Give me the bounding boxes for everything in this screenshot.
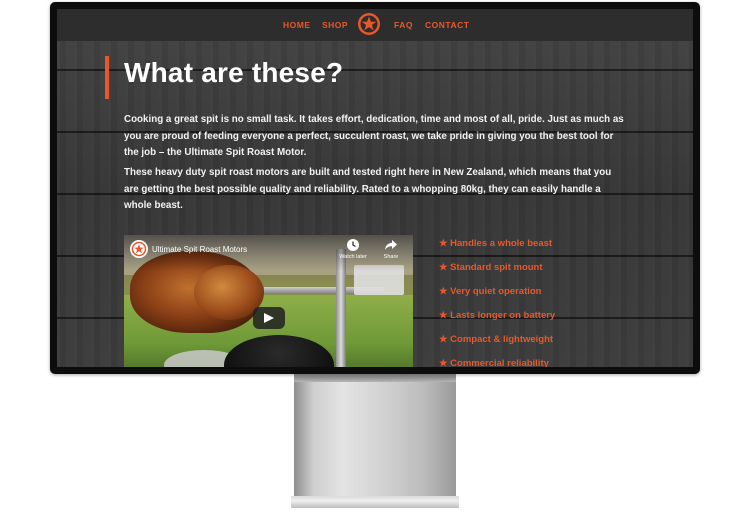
monitor-stand-joint <box>294 374 456 382</box>
feature-item: ★ Commercial reliability <box>439 358 549 367</box>
monitor-stand <box>294 374 456 502</box>
feature-item: ★ Very quiet operation <box>439 286 542 297</box>
feature-item: ★ Lasts longer on battery <box>439 310 556 321</box>
play-icon <box>264 313 274 323</box>
channel-avatar[interactable] <box>130 240 148 258</box>
watch-later-button[interactable]: Watch later <box>336 238 370 260</box>
monitor-stand-foot <box>291 496 459 508</box>
play-button[interactable] <box>253 307 285 329</box>
details-paragraph: These heavy duty spit roast motors are b… <box>124 167 612 211</box>
intro-paragraph: Cooking a great spit is no small task. I… <box>124 114 624 158</box>
nav-contact-link[interactable]: CONTACT <box>425 20 469 30</box>
page-heading: What are these? <box>124 57 344 88</box>
share-button[interactable]: Share <box>374 238 408 260</box>
feature-item: ★ Handles a whole beast <box>439 238 553 249</box>
feature-item: ★ Compact & lightweight <box>439 334 554 345</box>
video-title[interactable]: Ultimate Spit Roast Motors <box>152 245 247 254</box>
video-player[interactable]: Ultimate Spit Roast Motors Watch later S… <box>124 235 413 367</box>
heading-accent-bar <box>105 56 109 99</box>
share-label: Share <box>383 254 399 260</box>
clock-icon <box>347 239 359 251</box>
share-arrow-icon <box>385 240 397 250</box>
website-screen: HOME SHOP FAQ CONTACT What are these? Co… <box>57 9 693 367</box>
star-badge-logo-icon[interactable] <box>357 12 381 36</box>
nav-shop-link[interactable]: SHOP <box>322 20 348 30</box>
nav-bar: HOME SHOP FAQ CONTACT <box>57 9 693 41</box>
nav-faq-link[interactable]: FAQ <box>394 20 413 30</box>
nav-home-link[interactable]: HOME <box>283 20 311 30</box>
watch-later-label: Watch later <box>339 254 367 260</box>
monitor-bezel: HOME SHOP FAQ CONTACT What are these? Co… <box>50 2 700 374</box>
feature-item: ★ Standard spit mount <box>439 262 543 273</box>
